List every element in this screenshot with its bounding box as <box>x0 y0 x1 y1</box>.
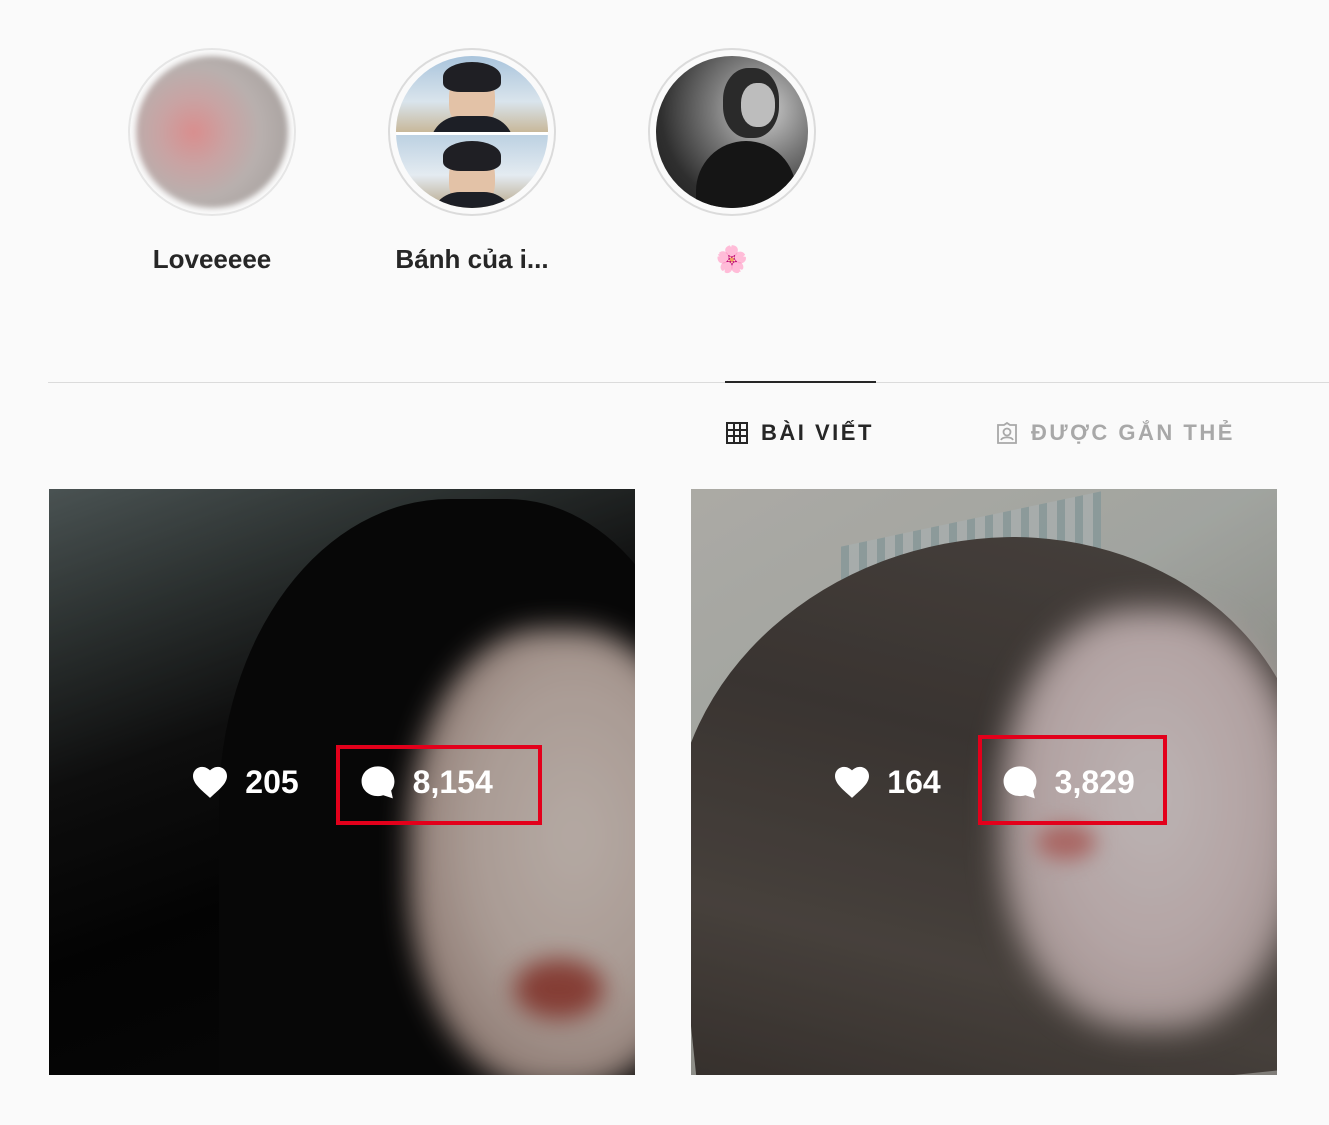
highlight-flower[interactable]: 🌸 <box>648 48 816 275</box>
tab-label: BÀI VIẾT <box>761 420 874 445</box>
tab-label: ĐƯỢC GẮN THẺ <box>1031 420 1235 445</box>
likes-stat: 164 <box>833 763 941 801</box>
highlight-ring <box>388 48 556 216</box>
grid-icon <box>725 421 749 445</box>
highlight-label: Bánh của i... <box>395 244 549 274</box>
comments-highlight-box <box>978 735 1167 825</box>
active-tab-indicator <box>725 381 876 383</box>
likes-count: 164 <box>887 763 941 800</box>
post-thumbnail[interactable]: 205 8,154 <box>49 489 635 1075</box>
highlight-loveeeee[interactable]: Loveeeee <box>128 48 296 275</box>
highlight-label: Loveeeee <box>152 244 272 274</box>
post-thumbnail[interactable]: 164 3,829 <box>691 489 1277 1075</box>
likes-count: 205 <box>245 763 299 800</box>
tab-posts[interactable]: BÀI VIẾT <box>725 420 874 446</box>
highlight-cover <box>656 56 808 208</box>
highlight-label: 🌸 <box>715 244 749 274</box>
highlight-cover <box>396 56 548 208</box>
tabs-divider <box>48 382 1329 383</box>
tagged-icon <box>995 421 1019 445</box>
tab-tagged[interactable]: ĐƯỢC GẮN THẺ <box>995 420 1235 446</box>
highlight-banh-cua-i[interactable]: Bánh của i... <box>388 48 556 275</box>
highlight-cover <box>136 56 288 208</box>
highlight-ring <box>128 48 296 216</box>
heart-icon <box>833 765 871 799</box>
likes-stat: 205 <box>191 763 299 801</box>
comments-highlight-box <box>336 745 542 825</box>
highlight-ring <box>648 48 816 216</box>
heart-icon <box>191 765 229 799</box>
